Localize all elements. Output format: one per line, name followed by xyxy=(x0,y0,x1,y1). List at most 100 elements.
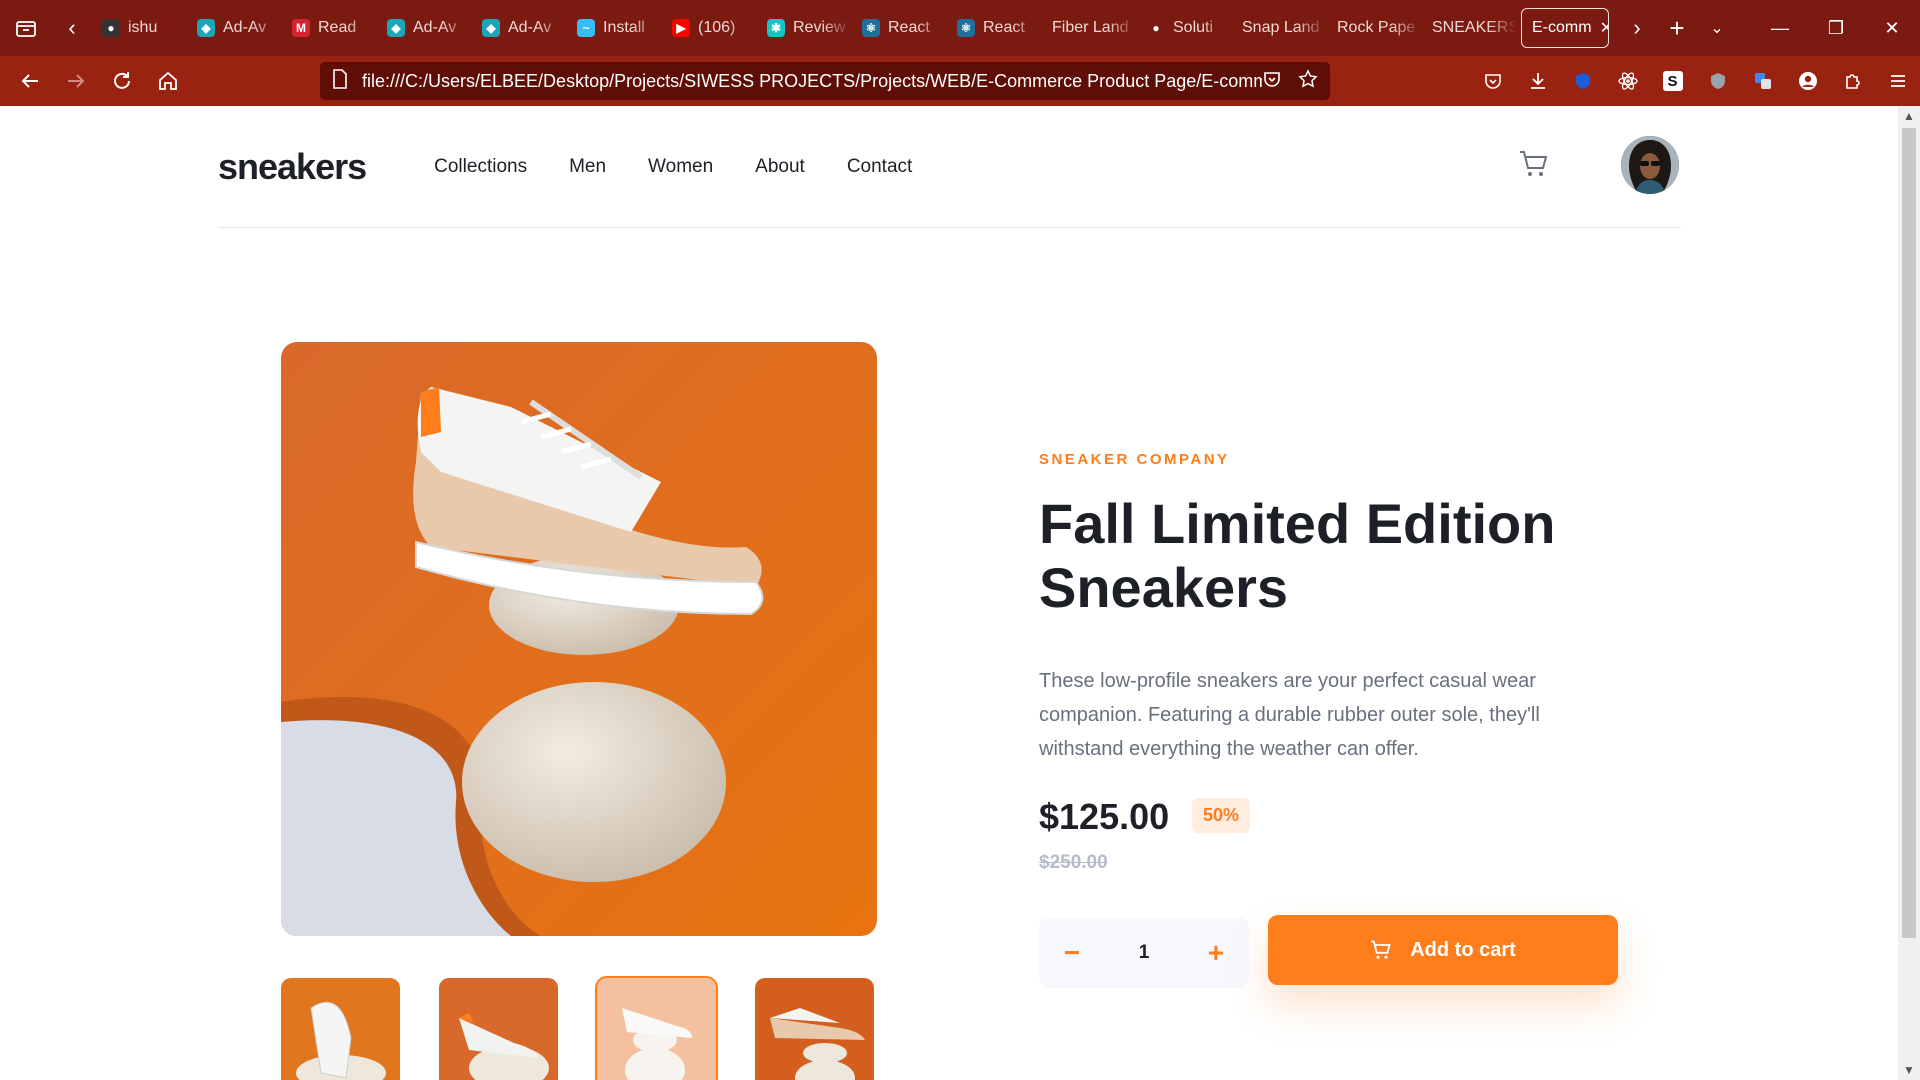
reload-icon[interactable] xyxy=(100,61,144,101)
nav-link-about[interactable]: About xyxy=(755,156,805,178)
product-price: $125.00 xyxy=(1039,796,1170,837)
product-thumbnail-3[interactable] xyxy=(595,976,718,1080)
cart-icon xyxy=(1371,940,1392,959)
tab-label: Soluti xyxy=(1173,19,1214,36)
browser-tab[interactable]: ✱ Review xyxy=(757,8,852,48)
original-price: $250.00 xyxy=(1039,852,1108,873)
s-extension-icon[interactable]: S xyxy=(1650,56,1695,106)
bitwarden-shield-icon[interactable] xyxy=(1560,56,1605,106)
shield-icon: ◆ xyxy=(482,19,500,37)
privacy-shield-icon[interactable] xyxy=(1695,56,1740,106)
product-thumbnail-2[interactable] xyxy=(439,978,558,1080)
tab-label: Review xyxy=(793,19,846,36)
circle-icon: ● xyxy=(1152,21,1160,35)
account-icon[interactable] xyxy=(1785,56,1830,106)
tab-label: SNEAKERS xyxy=(1432,19,1517,36)
extensions-puzzle-icon[interactable] xyxy=(1830,56,1875,106)
quantity-stepper: − 1 + xyxy=(1039,918,1249,988)
browser-tab[interactable]: ◆ Ad-Av xyxy=(187,8,282,48)
tab-label: Ad-Av xyxy=(413,19,457,36)
puzzle-icon: ✱ xyxy=(767,19,785,37)
browser-tab[interactable]: ● ishu xyxy=(92,8,187,48)
tab-label: Ad-Av xyxy=(223,19,267,36)
browser-tab[interactable]: ⚛ React xyxy=(852,8,947,48)
react-devtools-icon[interactable] xyxy=(1605,56,1650,106)
youtube-icon: ▶ xyxy=(672,19,690,37)
shield-icon: ◆ xyxy=(197,19,215,37)
tab-scroll-left-icon[interactable]: ‹ xyxy=(52,0,92,56)
tab-label: Ad-Av xyxy=(508,19,552,36)
nav-link-collections[interactable]: Collections xyxy=(434,156,527,178)
browser-tab[interactable]: ▶ (106) xyxy=(662,8,757,48)
nav-link-men[interactable]: Men xyxy=(569,156,606,178)
tab-label: E-comm xyxy=(1532,19,1592,36)
product-thumbnail-4[interactable] xyxy=(755,978,874,1080)
tab-list: ● ishu ◆ Ad-Av M Read ◆ Ad-Av ◆ Ad-Av ~ Install ▶ (10… xyxy=(92,0,1517,56)
tab-label: Read xyxy=(318,19,357,36)
scrollbar-thumb[interactable] xyxy=(1902,128,1916,938)
address-bar[interactable]: file:///C:/Users/ELBEE/Desktop/Projects/… xyxy=(320,62,1330,100)
back-arrow-icon[interactable] xyxy=(8,61,52,101)
avatar[interactable] xyxy=(1621,136,1679,194)
react-icon: ⚛ xyxy=(862,19,880,37)
discount-badge: 50% xyxy=(1192,798,1251,833)
menu-hamburger-icon[interactable] xyxy=(1875,56,1920,106)
scroll-down-icon[interactable]: ▼ xyxy=(1898,1060,1920,1080)
product-title: Fall Limited Edition Sneakers xyxy=(1039,492,1556,619)
forward-arrow-icon[interactable] xyxy=(54,61,98,101)
home-icon[interactable] xyxy=(146,61,190,101)
tab-label: Rock Pape xyxy=(1337,19,1416,36)
pocket-save-icon[interactable] xyxy=(1262,69,1282,94)
github-icon: ● xyxy=(102,19,120,37)
window-controls: — ❐ ✕ xyxy=(1752,0,1920,56)
tab-scroll-right-icon[interactable]: › xyxy=(1617,0,1657,56)
minus-icon[interactable]: − xyxy=(1057,937,1087,969)
shield-icon: ◆ xyxy=(387,19,405,37)
site-header: sneakers Collections Men Women About Contact xyxy=(218,106,1681,228)
browser-tab-strip: ‹ ● ishu ◆ Ad-Av M Read ◆ Ad-Av ◆ Ad-Av ~ Install ▶ (… xyxy=(0,0,1920,56)
company-name: SNEAKER COMPANY xyxy=(1039,451,1230,468)
product-main-image[interactable] xyxy=(281,342,877,936)
browser-tab[interactable]: ◆ Ad-Av xyxy=(377,8,472,48)
tab-active[interactable]: E-comm ✕ xyxy=(1521,8,1609,48)
window-close-icon[interactable]: ✕ xyxy=(1864,0,1920,56)
browser-tab[interactable]: Snap Land xyxy=(1232,8,1327,48)
tab-manager-icon[interactable] xyxy=(0,0,52,56)
tab-label: Install xyxy=(603,19,645,36)
translate-icon[interactable] xyxy=(1740,56,1785,106)
thumbnail-strip xyxy=(281,976,874,1080)
browser-tab[interactable]: ● Soluti xyxy=(1137,8,1232,48)
pocket-icon[interactable] xyxy=(1470,56,1515,106)
scroll-up-icon[interactable]: ▲ xyxy=(1898,106,1920,126)
browser-tab[interactable]: Fiber Land xyxy=(1042,8,1137,48)
nav-link-contact[interactable]: Contact xyxy=(847,156,912,178)
tab-list-chevron-down-icon[interactable]: ⌄ xyxy=(1697,0,1737,56)
browser-tab[interactable]: M Read xyxy=(282,8,377,48)
browser-tab[interactable]: SNEAKERS xyxy=(1422,8,1517,48)
cart-icon[interactable] xyxy=(1519,150,1551,182)
site-logo[interactable]: sneakers xyxy=(218,146,367,188)
page-scrollbar[interactable]: ▲ ▼ xyxy=(1898,106,1920,1080)
restore-icon[interactable]: ❐ xyxy=(1808,0,1864,56)
plus-icon[interactable]: + xyxy=(1201,937,1231,969)
tab-label: Snap Land xyxy=(1242,19,1320,36)
tab-label: ishu xyxy=(128,19,158,36)
product-thumbnail-1[interactable] xyxy=(281,978,400,1080)
browser-tab[interactable]: ◆ Ad-Av xyxy=(472,8,567,48)
react-icon: ⚛ xyxy=(957,19,975,37)
file-page-icon xyxy=(332,68,348,94)
bookmark-star-icon[interactable] xyxy=(1298,68,1318,94)
browser-tab[interactable]: ⚛ React xyxy=(947,8,1042,48)
main-menu: Collections Men Women About Contact xyxy=(434,156,912,178)
minimize-icon[interactable]: — xyxy=(1752,0,1808,56)
add-to-cart-button[interactable]: Add to cart xyxy=(1268,915,1618,985)
tab-label: (106) xyxy=(698,19,736,36)
browser-tab[interactable]: Rock Pape xyxy=(1327,8,1422,48)
nav-link-women[interactable]: Women xyxy=(648,156,713,178)
close-icon[interactable]: ✕ xyxy=(1600,18,1608,38)
download-icon[interactable] xyxy=(1515,56,1560,106)
product-description: These low-profile sneakers are your perf… xyxy=(1039,670,1540,760)
wave-icon: ~ xyxy=(577,19,595,37)
browser-tab[interactable]: ~ Install xyxy=(567,8,662,48)
new-tab-icon[interactable]: + xyxy=(1657,0,1697,56)
